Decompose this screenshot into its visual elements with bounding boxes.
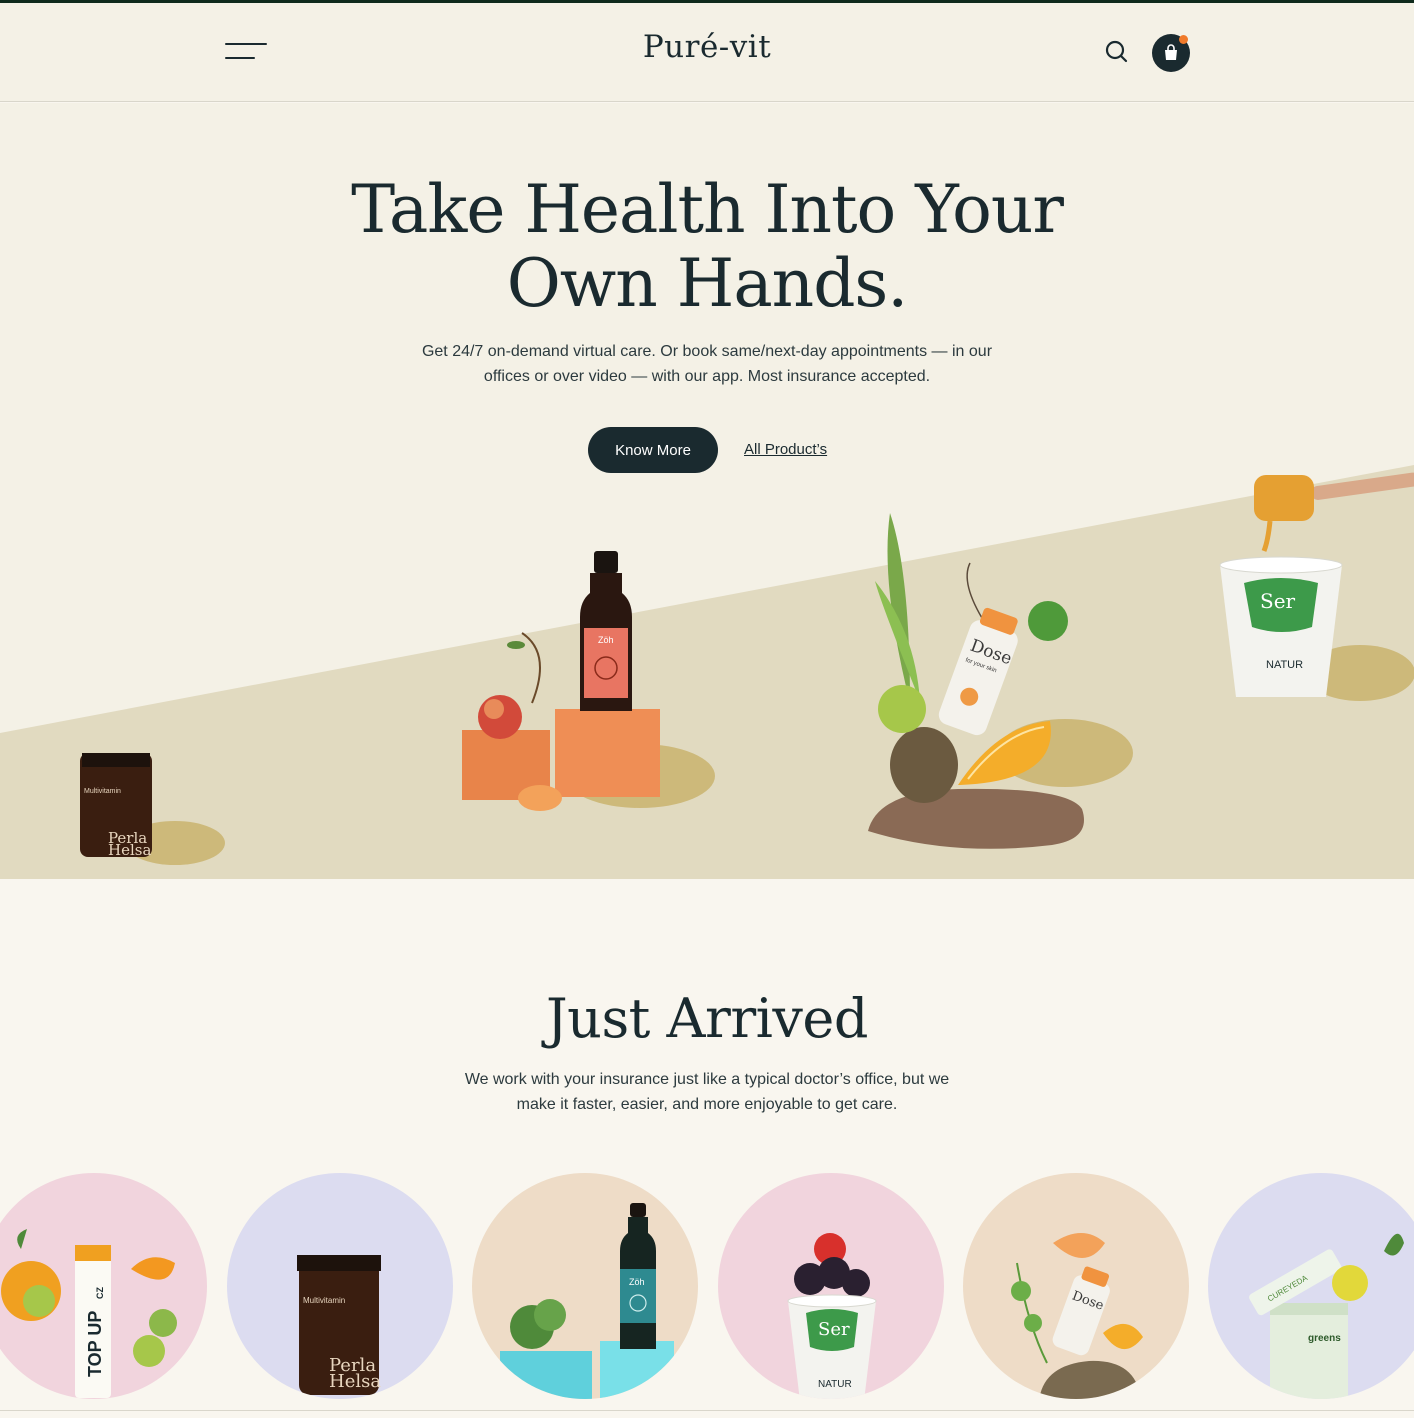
search-icon[interactable] — [1102, 37, 1132, 67]
just-arrived-description: We work with your insurance just like a … — [464, 1071, 950, 1113]
svg-text:Multivitamin: Multivitamin — [84, 788, 121, 795]
just-arrived-section: Just Arrived We work with your insurance… — [0, 879, 1414, 1418]
bottom-divider — [0, 1410, 1414, 1418]
svg-text:NATUR: NATUR — [818, 1379, 852, 1390]
svg-text:Ser: Ser — [1260, 589, 1296, 613]
product-card-topup[interactable]: TOP UP CZ — [0, 1173, 207, 1399]
shopping-bag-icon[interactable] — [1152, 34, 1190, 72]
hero-section: Take Health Into Your Own Hands. Get 24/… — [0, 103, 1414, 879]
hero-product-illustration: Multivitamin Perla Helsa Zöh Dose for yo… — [80, 472, 1414, 865]
svg-text:Multivitamin: Multivitamin — [303, 1296, 345, 1305]
svg-text:Zöh: Zöh — [629, 1277, 645, 1287]
site-logo[interactable]: Puré-vit — [0, 29, 1414, 65]
svg-text:Ser: Ser — [818, 1319, 850, 1340]
just-arrived-title: Just Arrived — [546, 987, 868, 1050]
product-card-perla-helsa[interactable]: Multivitamin Perla Helsa — [227, 1173, 453, 1399]
site-header: Puré-vit — [0, 3, 1414, 102]
yogurt-cup-honey: Ser NATUR — [1219, 472, 1414, 701]
svg-text:Helsa: Helsa — [329, 1371, 381, 1392]
product-card-cureyeda[interactable]: greens CUREYEDA — [1208, 1173, 1414, 1399]
product-card-zoh-bottle[interactable]: Zöh — [472, 1173, 698, 1399]
product-card-dose[interactable]: Dose — [963, 1173, 1189, 1399]
cart-notification-dot — [1179, 35, 1188, 44]
multivitamin-jar: Multivitamin Perla Helsa — [80, 753, 225, 865]
product-card-ser-berries[interactable]: Ser NATUR — [718, 1173, 944, 1399]
svg-text:TOP UP: TOP UP — [85, 1311, 105, 1377]
svg-text:CZ: CZ — [95, 1287, 105, 1299]
svg-text:Helsa: Helsa — [108, 841, 151, 859]
svg-text:NATUR: NATUR — [1266, 659, 1303, 671]
skin-dose-composition: Dose for your skin — [868, 513, 1133, 849]
kombucha-bottle-stand: Zöh — [462, 551, 715, 811]
svg-text:Zöh: Zöh — [598, 635, 614, 645]
svg-text:greens: greens — [1308, 1333, 1341, 1344]
